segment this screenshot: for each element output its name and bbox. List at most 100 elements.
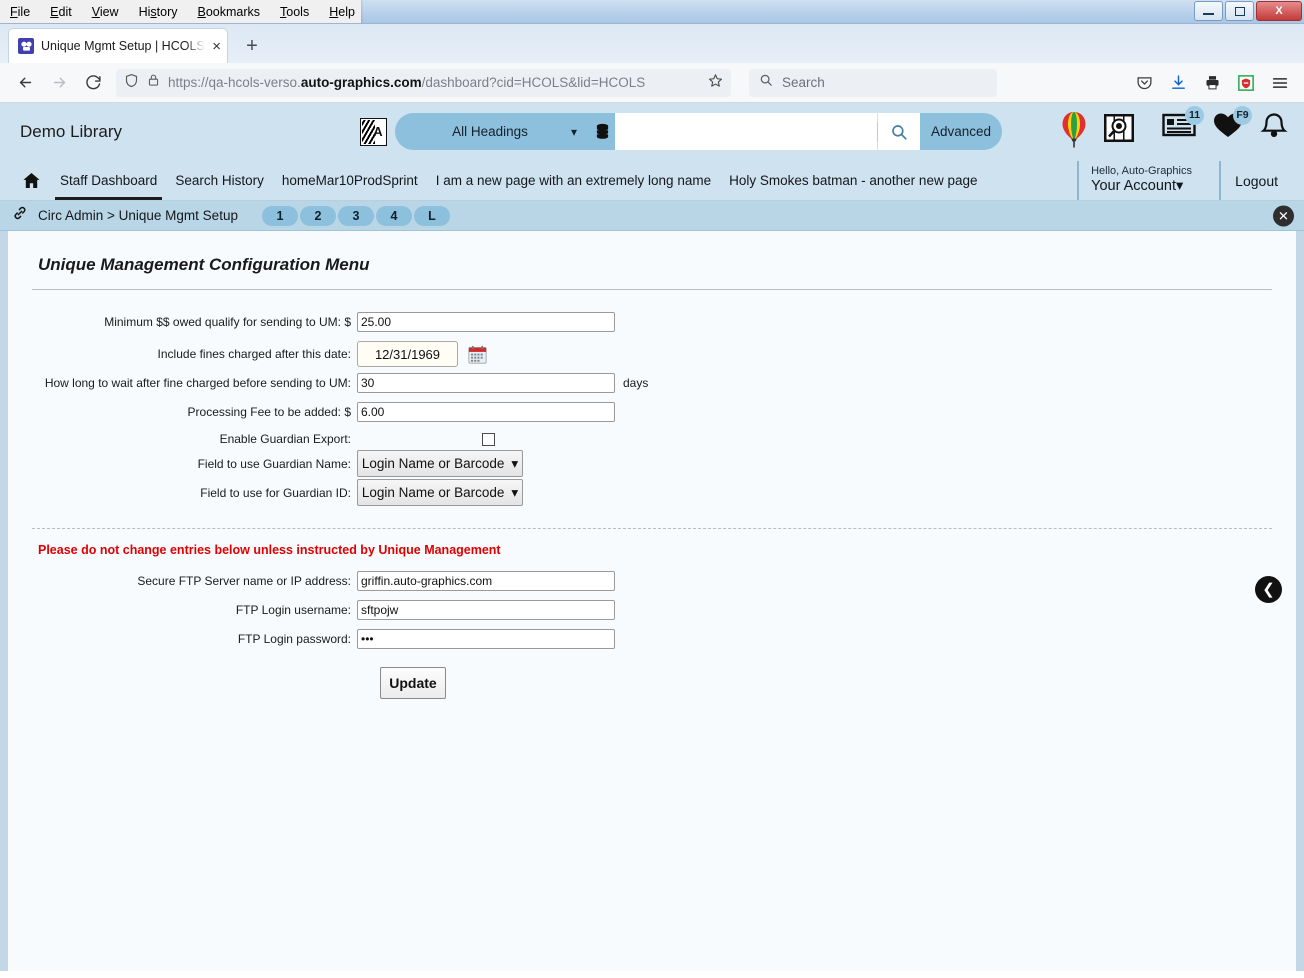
field-row-minimum-owed: Minimum $$ owed qualify for sending to U…: [32, 312, 1272, 332]
magnify-book-icon[interactable]: [1102, 111, 1136, 150]
guardian-export-checkbox[interactable]: [482, 432, 495, 446]
step-pill-2[interactable]: 2: [299, 205, 336, 226]
sidebar-item-holy-smokes-page[interactable]: Holy Smokes batman - another new page: [720, 161, 986, 200]
minimum-owed-label: Minimum $$ owed qualify for sending to U…: [104, 315, 351, 329]
step-pills: 1 2 3 4 L: [261, 205, 450, 226]
lists-icon[interactable]: 11: [1162, 106, 1204, 144]
window-controls: X: [1194, 1, 1302, 21]
warning-message: Please do not change entries below unles…: [38, 543, 501, 557]
ftp-server-input[interactable]: [357, 571, 615, 591]
browser-tab-active[interactable]: Unique Mgmt Setup | HCOLS | H ×: [8, 28, 228, 63]
step-pill-1[interactable]: 1: [261, 205, 298, 226]
menu-view[interactable]: View: [92, 6, 119, 19]
favorites-badge-count: F9: [1233, 106, 1252, 125]
guardian-id-select[interactable]: Login Name or Barcode ▾: [357, 479, 523, 506]
include-fines-date-input[interactable]: [357, 341, 458, 367]
url-text: https://qa-hcols-verso.auto-graphics.com…: [168, 75, 646, 90]
app-header: Demo Library A All Headings ▾ Advanced 1…: [0, 103, 1304, 161]
favorites-heart-icon[interactable]: F9: [1212, 106, 1252, 144]
processing-fee-label: Processing Fee to be added: $: [187, 405, 351, 419]
wait-days-input[interactable]: [357, 373, 615, 393]
account-name: Your Account▾: [1091, 178, 1184, 195]
close-icon[interactable]: ✕: [1273, 205, 1294, 226]
nav-label: homeMar10ProdSprint: [281, 173, 418, 188]
lists-badge-count: 11: [1185, 106, 1204, 125]
sidebar-item-homemar10prodsprint[interactable]: homeMar10ProdSprint: [273, 161, 427, 200]
maximize-button[interactable]: [1225, 1, 1254, 21]
reload-icon[interactable]: [78, 68, 108, 98]
browser-search-box[interactable]: Search: [749, 68, 997, 97]
section-divider: [32, 528, 1272, 529]
chain-link-icon: [12, 205, 28, 226]
menu-edit[interactable]: Edit: [50, 6, 72, 19]
field-row-ftp-username: FTP Login username:: [32, 600, 1272, 620]
menu-tools[interactable]: Tools: [280, 6, 309, 19]
hamburger-menu-icon[interactable]: [1266, 69, 1294, 97]
nav-label: Holy Smokes batman - another new page: [729, 173, 978, 188]
search-input[interactable]: [615, 113, 877, 150]
adblock-icon[interactable]: [1232, 69, 1260, 97]
headings-select-label: All Headings: [452, 124, 528, 139]
field-row-ftp-password: FTP Login password:: [32, 629, 1272, 649]
ftp-username-input[interactable]: [357, 600, 615, 620]
guardian-id-label: Field to use for Guardian ID:: [200, 485, 351, 500]
language-toggle-icon[interactable]: A: [360, 117, 387, 146]
menu-history[interactable]: History: [139, 6, 178, 19]
field-row-processing-fee: Processing Fee to be added: $: [32, 402, 1272, 422]
wait-days-label: How long to wait after fine charged befo…: [44, 376, 351, 390]
search-submit-button[interactable]: [878, 113, 920, 150]
sidebar-item-staff-dashboard[interactable]: Staff Dashboard: [51, 161, 166, 200]
ftp-username-label: FTP Login username:: [235, 603, 351, 617]
downloads-icon[interactable]: [1164, 69, 1192, 97]
advanced-search-button[interactable]: Advanced: [920, 113, 1002, 150]
divider: [32, 289, 1272, 290]
primary-nav-row: Staff Dashboard Search History homeMar10…: [0, 161, 1304, 201]
account-menu[interactable]: Hello, Auto-Graphics Your Account▾: [1077, 161, 1192, 200]
header-icon-group: 11 F9: [1060, 106, 1288, 154]
new-tab-button[interactable]: +: [240, 34, 264, 58]
menu-bookmarks[interactable]: Bookmarks: [198, 6, 261, 19]
notifications-bell-icon[interactable]: [1260, 111, 1288, 146]
sidebar-item-search-history[interactable]: Search History: [166, 161, 273, 200]
bookmark-star-icon[interactable]: [708, 73, 723, 93]
url-bar[interactable]: https://qa-hcols-verso.auto-graphics.com…: [116, 68, 731, 97]
home-icon[interactable]: [22, 161, 51, 200]
forward-icon[interactable]: [44, 68, 74, 98]
close-window-button[interactable]: X: [1256, 1, 1302, 21]
step-pill-4[interactable]: 4: [375, 205, 412, 226]
chevron-down-icon: ▾: [511, 455, 519, 471]
background-window-content: [300, 0, 1184, 23]
database-icon[interactable]: [589, 113, 615, 150]
page-title: Unique Management Configuration Menu: [38, 255, 370, 274]
minimum-owed-input[interactable]: [357, 312, 615, 332]
pocket-icon[interactable]: [1130, 69, 1158, 97]
back-icon[interactable]: [10, 68, 40, 98]
nav-label: Search History: [175, 173, 264, 188]
verso-favicon: [18, 38, 34, 54]
calendar-icon[interactable]: [468, 345, 487, 364]
browser-search-placeholder: Search: [782, 75, 825, 90]
logout-button[interactable]: Logout: [1219, 161, 1278, 200]
back-navigation-fab[interactable]: ❮: [1255, 576, 1282, 603]
step-pill-3[interactable]: 3: [337, 205, 374, 226]
background-blurred-tabs: [120, 30, 1304, 63]
sidebar-item-long-name-page[interactable]: I am a new page with an extremely long n…: [427, 161, 720, 200]
balloon-icon[interactable]: [1060, 111, 1088, 154]
headings-select[interactable]: All Headings ▾: [395, 113, 589, 150]
update-button[interactable]: Update: [380, 667, 446, 699]
processing-fee-input[interactable]: [357, 402, 615, 422]
close-icon[interactable]: ×: [212, 39, 221, 54]
library-name: Demo Library: [20, 122, 123, 141]
nav-label: I am a new page with an extremely long n…: [435, 173, 712, 188]
step-pill-l[interactable]: L: [413, 205, 450, 226]
guardian-name-select[interactable]: Login Name or Barcode ▾: [357, 450, 523, 477]
menu-file[interactable]: FFileile: [10, 6, 30, 19]
lock-icon: [147, 73, 160, 92]
nav-label: Staff Dashboard: [60, 173, 158, 188]
print-icon[interactable]: [1198, 69, 1226, 97]
chevron-down-icon: ▾: [570, 124, 577, 139]
menu-help[interactable]: Help: [329, 6, 355, 19]
ftp-server-label: Secure FTP Server name or IP address:: [137, 574, 351, 588]
minimize-button[interactable]: [1194, 1, 1223, 21]
ftp-password-input[interactable]: [357, 629, 615, 649]
